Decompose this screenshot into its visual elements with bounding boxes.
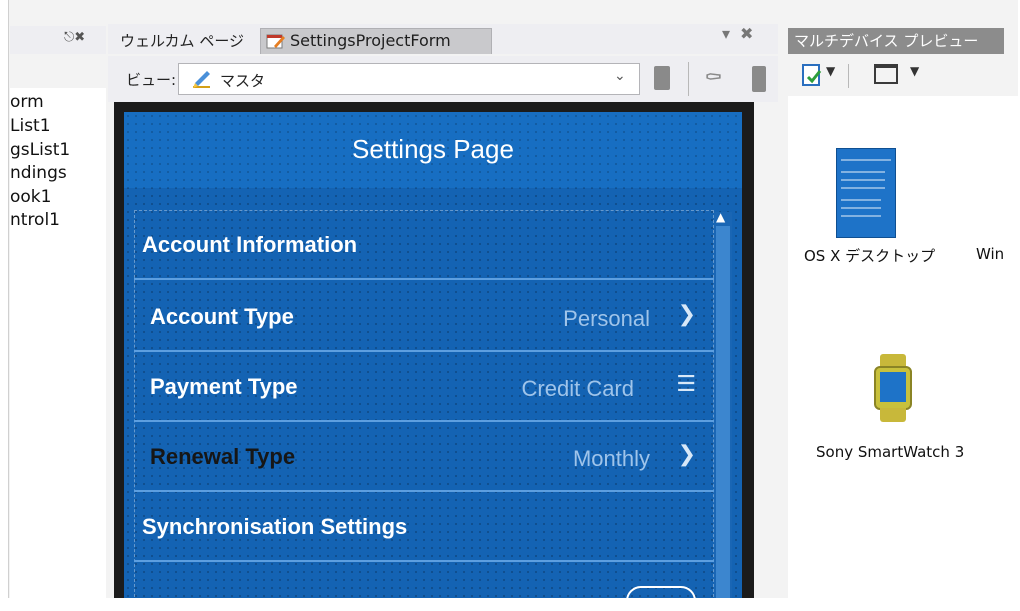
chevron-right-icon: ❯: [677, 442, 696, 467]
group-label: Synchronisation Settings: [142, 514, 408, 539]
windows-desktop-label: Win: [976, 245, 1005, 263]
scroll-up-icon[interactable]: ▲: [716, 210, 725, 224]
item-label: Account Type: [150, 304, 294, 329]
item-label: Payment Type: [150, 374, 298, 399]
list-group-header[interactable]: Account Information: [134, 212, 714, 280]
tab-welcome-page[interactable]: ウェルカム ページ: [116, 28, 248, 52]
structure-item[interactable]: ntrol1: [10, 210, 104, 230]
pin-close-icons[interactable]: ⎋✖: [64, 30, 85, 45]
device-icon[interactable]: [752, 66, 766, 92]
form-edit-icon: [266, 34, 285, 49]
master-view-icon: [193, 71, 210, 88]
link-icon[interactable]: ⚰: [704, 66, 734, 92]
chevron-down-icon[interactable]: ⌄: [614, 68, 626, 84]
view-label: ビュー:: [126, 71, 177, 89]
smartwatch-screen: [880, 372, 906, 402]
group-label: Account Information: [142, 232, 358, 257]
list-item-payment-type[interactable]: Payment Type Credit Card ☰: [134, 354, 714, 422]
chevron-right-icon: ❯: [677, 302, 696, 327]
list-group-header[interactable]: Synchronisation Settings: [134, 494, 714, 562]
item-value: Personal: [563, 306, 650, 331]
preview-area: [788, 96, 1018, 600]
view-select-value: マスタ: [220, 72, 266, 90]
page-title: Settings Page: [352, 134, 514, 164]
scrollbar-thumb[interactable]: [716, 226, 730, 602]
dropdown-arrow-icon[interactable]: ▼: [910, 64, 919, 78]
structure-item[interactable]: ook1: [10, 187, 104, 207]
list-item-renewal-type[interactable]: Renewal Type Monthly ❯: [134, 424, 714, 492]
structure-item[interactable]: orm: [10, 92, 104, 112]
structure-item[interactable]: ndings: [10, 163, 104, 183]
toolbar-separator: [848, 64, 849, 88]
toolbar-separator: [688, 62, 689, 96]
osx-desktop-label: OS X デスクトップ: [804, 247, 936, 265]
item-value: Monthly: [572, 446, 650, 471]
menu-lines-icon: ☰: [676, 372, 696, 397]
structure-panel-header: [10, 26, 106, 54]
smartwatch-strap: [880, 408, 906, 422]
preview-panel-title: マルチデバイス プレビュー: [794, 32, 979, 50]
device-orientation-icon[interactable]: [654, 66, 670, 90]
window-view-icon[interactable]: [874, 64, 898, 84]
smartwatch-label: Sony SmartWatch 3: [816, 443, 965, 461]
dropdown-arrow-icon[interactable]: ▼: [826, 64, 835, 78]
bottom-margin: [0, 598, 1020, 611]
item-value: Credit Card: [521, 376, 634, 401]
tab-label: SettingsProjectForm: [290, 31, 451, 50]
structure-item[interactable]: gsList1: [10, 140, 104, 160]
structure-item[interactable]: List1: [10, 116, 104, 136]
tab-menu-icons[interactable]: ▾✖: [722, 24, 763, 43]
list-item-account-type[interactable]: Account Type Personal ❯: [134, 284, 714, 352]
item-label: Renewal Type: [150, 444, 296, 469]
osx-desktop-preview[interactable]: [836, 148, 896, 238]
